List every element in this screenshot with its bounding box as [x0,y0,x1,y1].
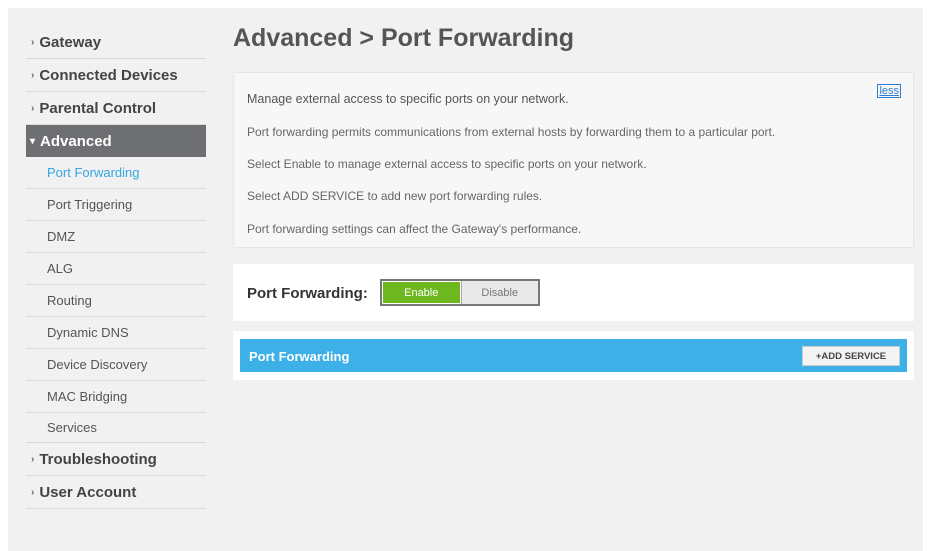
chevron-right-icon: › [31,36,35,48]
sidebar-subitem-port-triggering[interactable]: Port Triggering [26,189,206,221]
chevron-down-icon: ▾ [30,135,36,147]
chevron-right-icon: › [31,69,35,81]
info-line: Select ADD SERVICE to add new port forwa… [247,189,543,203]
enable-button[interactable]: Enable [382,281,461,304]
sidebar-subitem-label: Port Forwarding [47,165,140,180]
sidebar-subitem-label: MAC Bridging [47,389,128,404]
section-title: Port Forwarding [249,349,350,364]
port-forwarding-header-bar: Port Forwarding +ADD SERVICE [240,339,907,372]
sidebar-subitem-label: Port Triggering [47,197,133,212]
sidebar-subitem-alg[interactable]: ALG [26,253,206,285]
chevron-right-icon: › [31,453,35,465]
port-forwarding-toggle-panel: Port Forwarding: Enable Disable [233,264,914,321]
sidebar-subitem-label: Routing [47,293,92,308]
sidebar-subitem-label: Services [47,420,97,435]
sidebar-subitem-dynamic-dns[interactable]: Dynamic DNS [26,317,206,349]
sidebar-item-label: Parental Control [39,99,157,117]
add-service-button[interactable]: +ADD SERVICE [802,346,900,366]
info-line: Manage external access to specific ports… [247,92,569,106]
sidebar-item-label: Troubleshooting [39,450,157,468]
sidebar-subitem-services[interactable]: Services [26,413,206,443]
sidebar-subitem-label: ALG [47,261,74,276]
sidebar-item-troubleshooting[interactable]: › Troubleshooting [26,443,206,476]
sidebar-subitem-label: Device Discovery [47,357,148,372]
chevron-right-icon: › [31,486,35,498]
page-title: Advanced > Port Forwarding [233,24,575,52]
sidebar-item-advanced[interactable]: ▾ Advanced [26,125,206,157]
enable-disable-toggle: Enable Disable [380,279,540,306]
less-link[interactable]: less [877,84,901,98]
sidebar-subitem-label: DMZ [47,229,76,244]
sidebar-item-user-account[interactable]: › User Account [26,476,206,509]
sidebar-item-parental-control[interactable]: › Parental Control [26,92,206,125]
disable-button[interactable]: Disable [460,281,538,304]
sidebar-subitem-routing[interactable]: Routing [26,285,206,317]
info-line: Port forwarding permits communications f… [247,125,776,139]
chevron-right-icon: › [31,102,35,114]
sidebar-subitem-label: Dynamic DNS [47,325,129,340]
sidebar-item-label: User Account [39,483,137,501]
sidebar-item-gateway[interactable]: › Gateway [26,26,206,59]
port-forwarding-toggle-label: Port Forwarding: [247,285,368,302]
info-line: Select Enable to manage external access … [247,157,647,171]
info-panel: less Manage external access to specific … [233,72,914,248]
sidebar-item-label: Advanced [40,132,112,150]
sidebar-subitem-device-discovery[interactable]: Device Discovery [26,349,206,381]
sidebar-item-label: Connected Devices [39,66,178,84]
sidebar-subitem-port-forwarding[interactable]: Port Forwarding [26,157,206,189]
sidebar-subitem-dmz[interactable]: DMZ [26,221,206,253]
port-forwarding-section: Port Forwarding +ADD SERVICE [233,331,914,380]
sidebar-nav: › Gateway › Connected Devices › Parental… [26,26,206,509]
sidebar-item-connected-devices[interactable]: › Connected Devices [26,59,206,92]
sidebar-item-label: Gateway [39,33,102,51]
info-line: Port forwarding settings can affect the … [247,222,582,236]
sidebar-subitem-mac-bridging[interactable]: MAC Bridging [26,381,206,413]
